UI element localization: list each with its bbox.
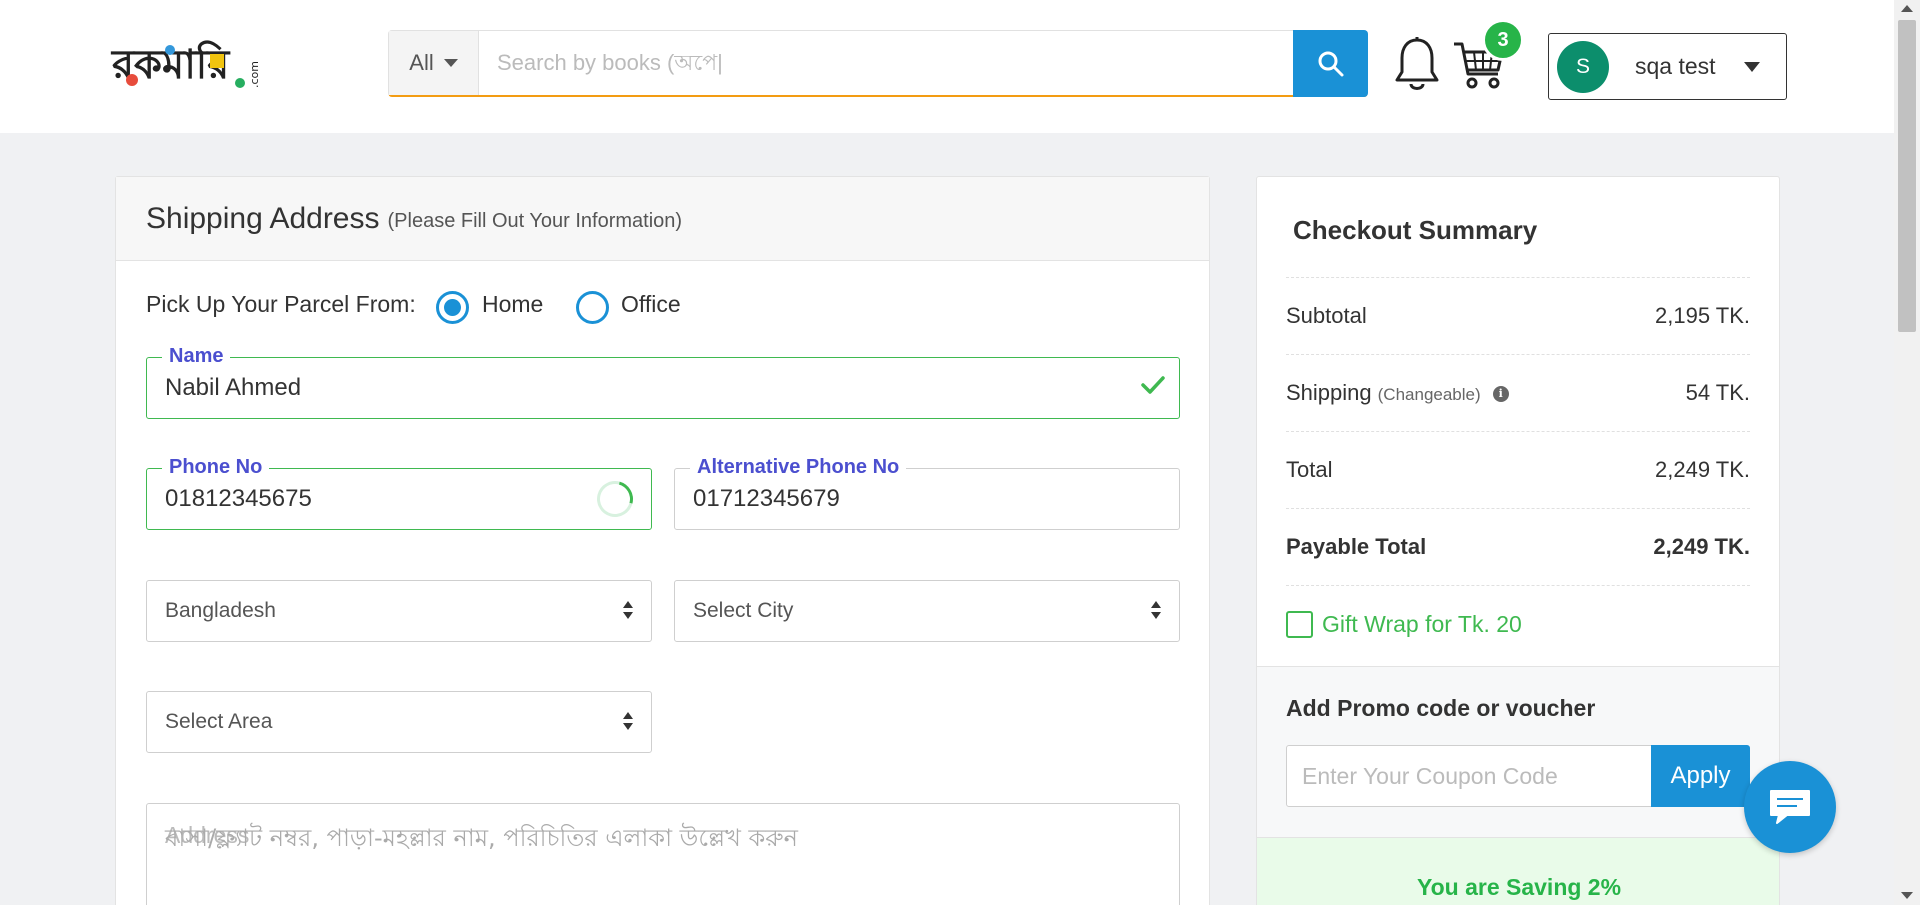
subtotal-value: 2,195 TK. <box>1655 303 1750 328</box>
city-select[interactable]: Select City <box>674 580 1180 642</box>
shipping-card-header: Shipping Address (Please Fill Out Your I… <box>116 177 1209 261</box>
saving-text: You are Saving 2% <box>1416 874 1622 900</box>
shipping-title: Shipping Address <box>146 201 380 235</box>
sort-arrows-icon <box>1151 601 1161 621</box>
saving-banner: You are Saving 2% <box>1257 837 1779 905</box>
radio-home-label[interactable]: Home <box>482 291 543 318</box>
shipping-label: Shipping <box>1286 380 1372 405</box>
search-category-dropdown[interactable]: All <box>389 31 479 95</box>
summary-row-shipping: Shipping (Changeable) i 54 TK. <box>1286 354 1750 431</box>
shipping-changeable-note: (Changeable) <box>1377 385 1481 404</box>
scroll-down-arrow-icon[interactable] <box>1901 892 1913 899</box>
phone-field[interactable]: Phone No 01812345675 <box>146 455 652 530</box>
chevron-down-icon <box>1744 61 1760 72</box>
scroll-up-arrow-icon[interactable] <box>1901 5 1913 12</box>
name-field[interactable]: Name Nabil Ahmed <box>146 344 1180 419</box>
scrollbar-thumb[interactable] <box>1898 20 1916 332</box>
chat-button[interactable] <box>1744 761 1836 853</box>
search-bar: All <box>388 30 1368 97</box>
search-icon <box>1318 51 1343 76</box>
user-menu-dropdown[interactable]: S sqa test <box>1548 33 1787 100</box>
bell-icon[interactable] <box>1393 36 1441 94</box>
subtotal-label: Subtotal <box>1286 303 1367 328</box>
summary-title: Checkout Summary <box>1293 215 1538 245</box>
info-icon[interactable]: i <box>1492 386 1509 403</box>
sort-arrows-icon <box>623 601 633 621</box>
radio-office-label[interactable]: Office <box>621 291 681 318</box>
alt-phone-field-value: 01712345679 <box>693 485 840 512</box>
gift-wrap-checkbox[interactable]: Gift Wrap for Tk. 20 <box>1286 611 1522 638</box>
apply-button[interactable]: Apply <box>1651 745 1750 807</box>
name-field-value: Nabil Ahmed <box>165 374 302 401</box>
search-category-label: All <box>409 50 434 75</box>
coupon-input[interactable] <box>1286 745 1652 807</box>
pickup-label: Pick Up Your Parcel From: <box>146 291 416 317</box>
total-value: 2,249 TK. <box>1655 457 1750 482</box>
site-header: রকমারি .com All 3 S sqa t <box>0 0 1894 133</box>
payable-label: Payable Total <box>1286 534 1427 559</box>
summary-row-subtotal: Subtotal 2,195 TK. <box>1286 277 1750 354</box>
svg-text:.com: .com <box>248 61 261 88</box>
shipping-value: 54 TK. <box>1685 380 1750 405</box>
checkbox-icon[interactable] <box>1286 611 1313 638</box>
user-name: sqa test <box>1635 53 1716 79</box>
area-select[interactable]: Select Area <box>146 691 652 753</box>
rokomari-logo[interactable]: রকমারি .com <box>110 28 272 94</box>
sort-arrows-icon <box>623 712 633 732</box>
summary-row-total: Total 2,249 TK. <box>1286 431 1750 508</box>
phone-field-value: 01812345675 <box>165 485 312 512</box>
address-textarea[interactable]: Address বাসা/ফ্ল্যাট নম্বর, পাড়া-মহল্লা… <box>146 803 1180 905</box>
loading-spinner-icon <box>590 474 640 524</box>
check-icon <box>1141 376 1165 394</box>
summary-divider <box>1286 585 1750 586</box>
shipping-subtitle: (Please Fill Out Your Information) <box>387 210 683 232</box>
cart-count-badge: 3 <box>1482 19 1524 61</box>
radio-home[interactable] <box>436 291 469 324</box>
payable-value: 2,249 TK. <box>1653 534 1750 559</box>
alt-phone-field[interactable]: Alternative Phone No 01712345679 <box>674 455 1180 530</box>
search-input[interactable] <box>479 31 1367 95</box>
radio-office[interactable] <box>576 291 609 324</box>
total-label: Total <box>1286 457 1333 482</box>
avatar: S <box>1557 40 1609 93</box>
country-select[interactable]: Bangladesh <box>146 580 652 642</box>
promo-title: Add Promo code or voucher <box>1286 695 1596 721</box>
search-button[interactable] <box>1293 30 1368 97</box>
chevron-down-icon <box>443 59 458 67</box>
gift-wrap-label[interactable]: Gift Wrap for Tk. 20 <box>1322 611 1522 638</box>
city-select-value: Select City <box>693 599 794 622</box>
country-select-value: Bangladesh <box>165 599 276 622</box>
area-select-value: Select Area <box>165 710 273 733</box>
address-placeholder: বাসা/ফ্ল্যাট নম্বর, পাড়া-মহল্লার নাম, প… <box>165 824 799 852</box>
checkout-summary-card: Checkout Summary Subtotal 2,195 TK. Ship… <box>1256 176 1780 905</box>
promo-section: Add Promo code or voucher Apply <box>1257 666 1779 841</box>
summary-row-payable: Payable Total 2,249 TK. <box>1286 508 1750 585</box>
shipping-address-card: Shipping Address (Please Fill Out Your I… <box>115 176 1210 905</box>
chat-bubble-icon <box>1770 790 1810 824</box>
